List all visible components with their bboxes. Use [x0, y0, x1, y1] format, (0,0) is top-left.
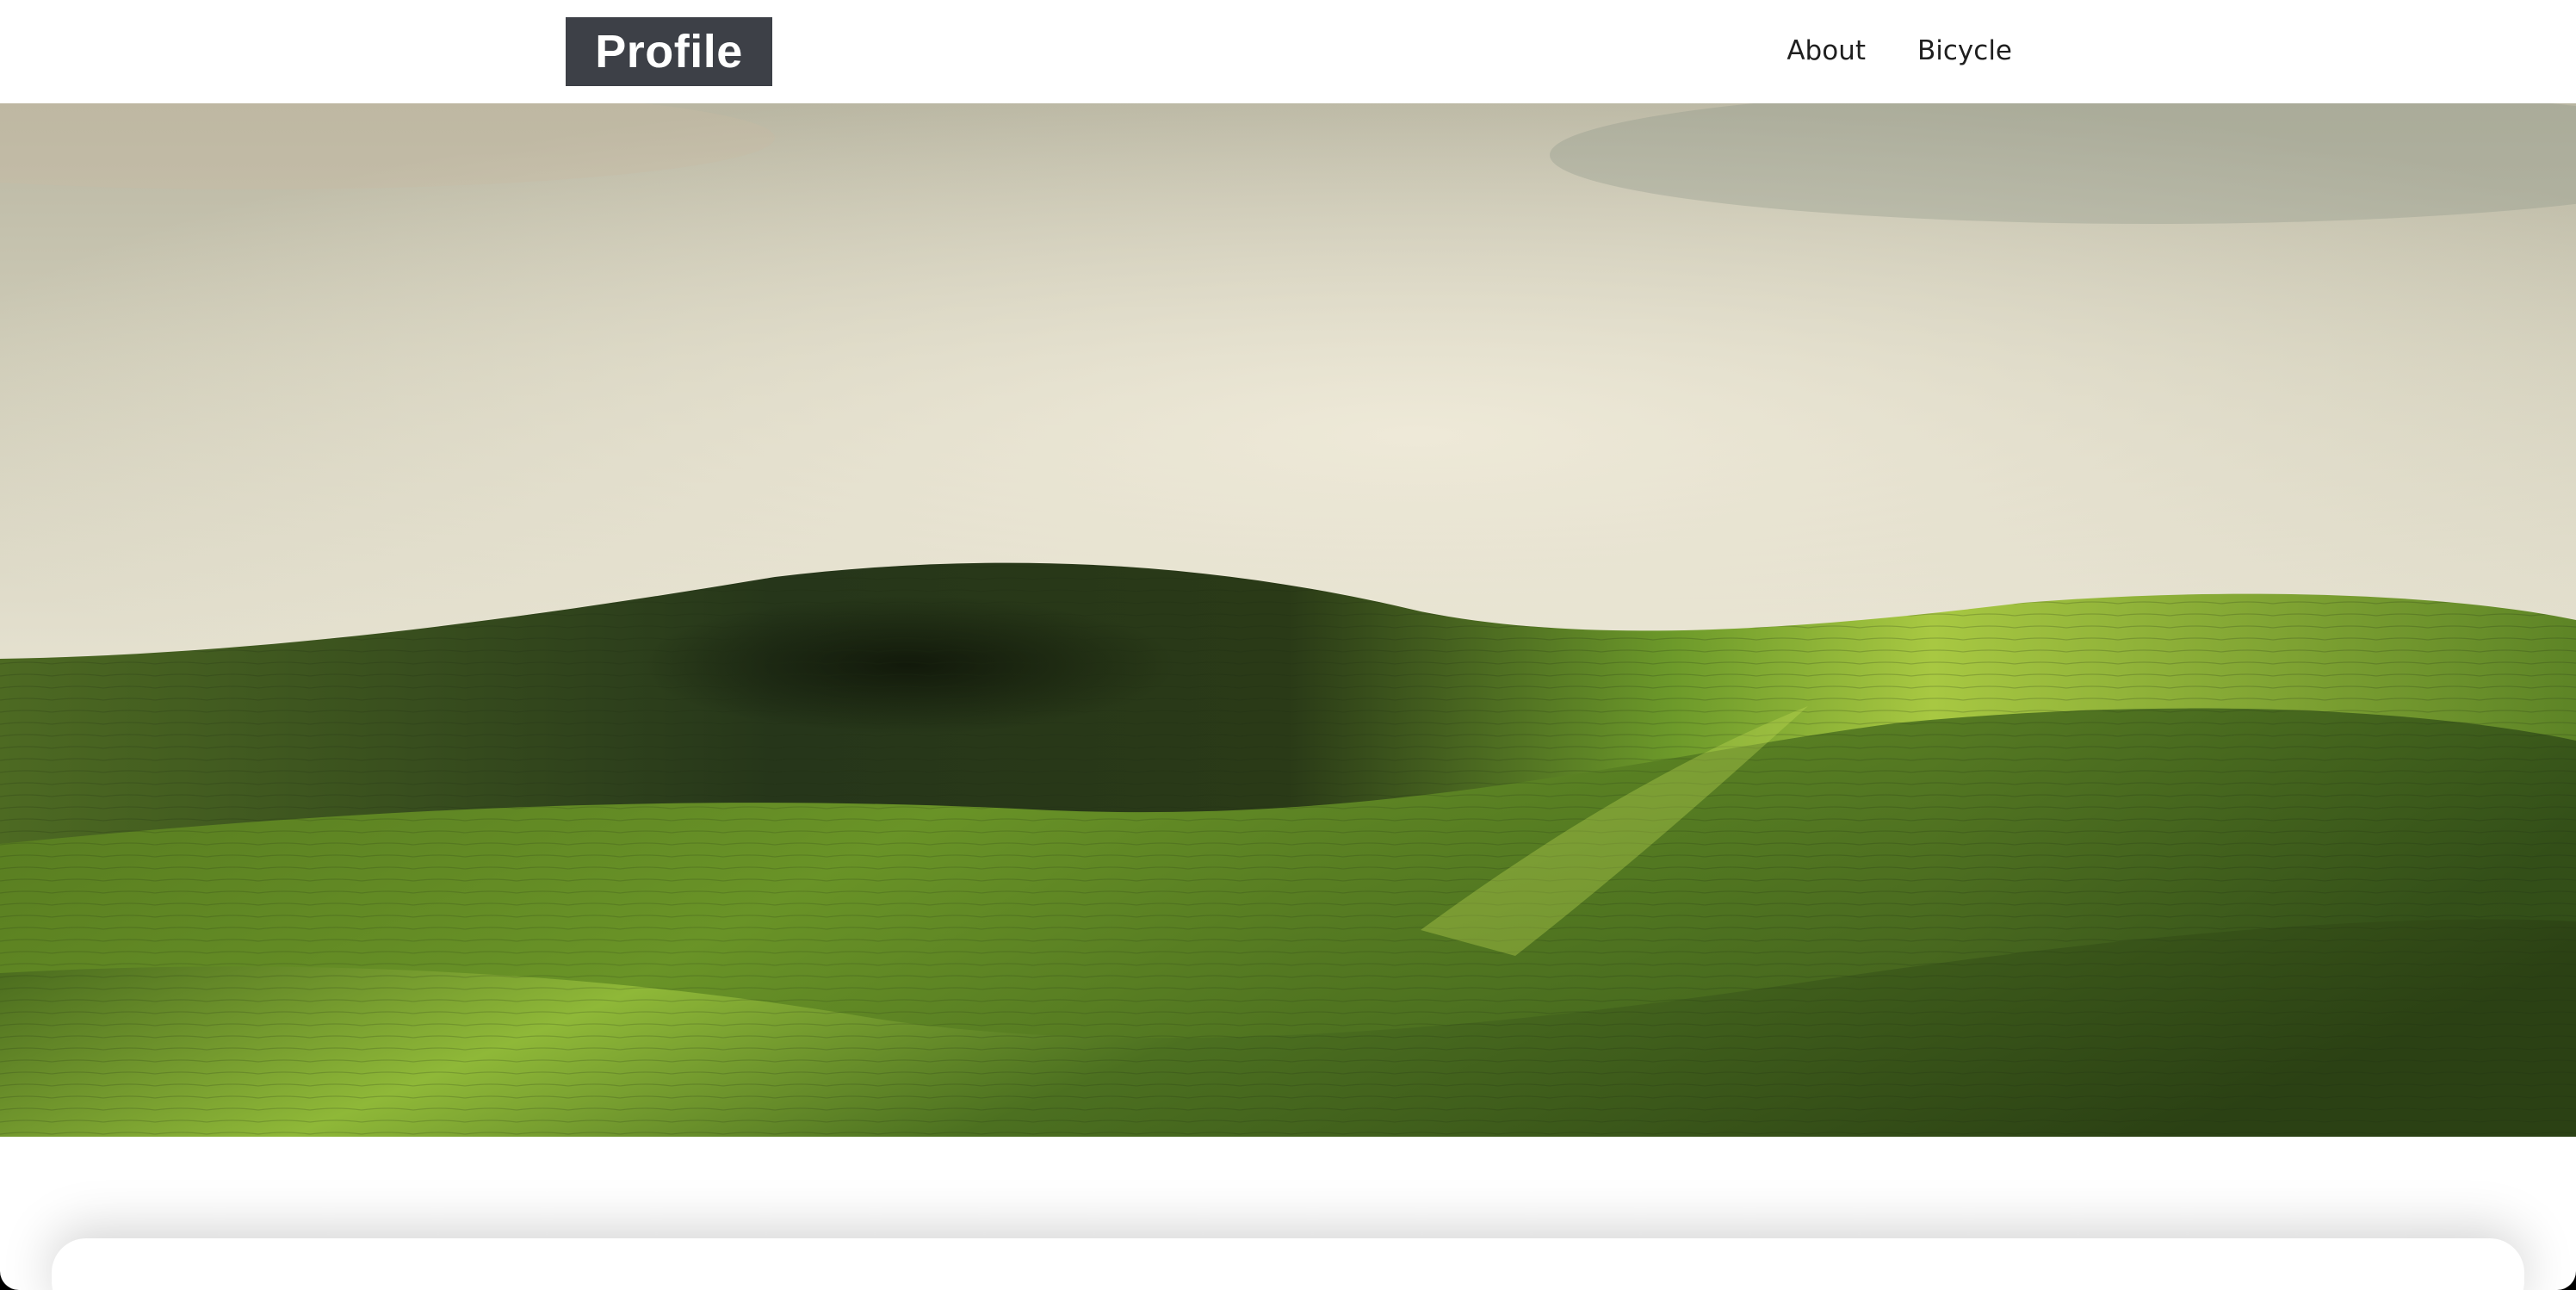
- nav-link-about[interactable]: About: [1786, 35, 1866, 66]
- main-nav: About Bicycle: [1786, 0, 2012, 103]
- nav-link-bicycle[interactable]: Bicycle: [1917, 35, 2012, 66]
- logo-link[interactable]: Profile: [566, 17, 772, 86]
- hero-image: [0, 103, 2576, 1137]
- content-card-edge: [52, 1238, 2524, 1290]
- landscape-illustration: [0, 103, 2576, 1137]
- site-header: Profile About Bicycle: [0, 0, 2576, 103]
- page: Profile About Bicycle: [0, 0, 2576, 1290]
